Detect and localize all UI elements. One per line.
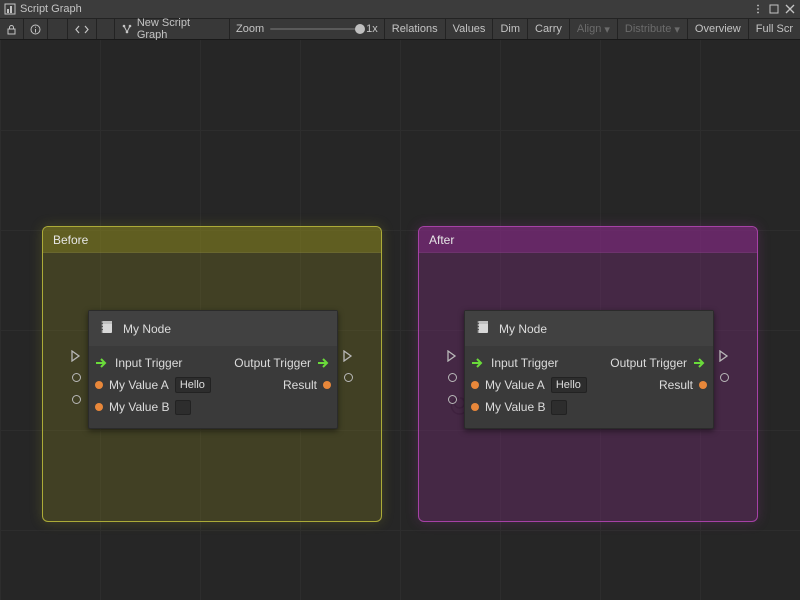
value-out-port[interactable] (699, 381, 707, 389)
ext-value-port[interactable] (72, 373, 81, 382)
values-button[interactable]: Values (446, 19, 494, 39)
overview-label: Overview (695, 23, 741, 35)
value-in-port[interactable] (471, 381, 479, 389)
ext-flow-port[interactable] (342, 350, 353, 362)
dim-button[interactable]: Dim (493, 19, 528, 39)
input-trigger-label: Input Trigger (115, 356, 182, 370)
script-icon (475, 319, 491, 338)
chevron-down-icon: ▾ (674, 23, 680, 36)
new-graph-label: New Script Graph (137, 17, 223, 41)
value-in-port[interactable] (95, 381, 103, 389)
node-title: My Node (499, 322, 547, 336)
group-before-header[interactable]: Before (43, 227, 381, 253)
relations-button[interactable]: Relations (385, 19, 446, 39)
group-after-title: After (429, 233, 454, 247)
value-in-port[interactable] (471, 403, 479, 411)
group-before-title: Before (53, 233, 88, 247)
overview-button[interactable]: Overview (688, 19, 749, 39)
input-trigger-label: Input Trigger (491, 356, 558, 370)
zoom-label: Zoom (236, 23, 264, 35)
code-view-button[interactable] (68, 19, 97, 39)
ext-value-port[interactable] (448, 395, 457, 404)
result-label: Result (659, 378, 693, 392)
script-icon (99, 319, 115, 338)
fullscreen-label: Full Scr (756, 23, 793, 35)
ext-value-port[interactable] (72, 395, 81, 404)
dim-label: Dim (500, 23, 520, 35)
more-icon[interactable] (752, 3, 764, 15)
ext-flow-port[interactable] (70, 350, 81, 362)
output-trigger-label: Output Trigger (234, 356, 311, 370)
node-header[interactable]: My Node (89, 311, 337, 346)
info-button[interactable] (24, 19, 48, 39)
group-after-header[interactable]: After (419, 227, 757, 253)
node-body: Input Trigger Output Trigger My Value A … (465, 346, 713, 428)
chevron-down-icon: ▾ (604, 23, 610, 36)
ext-value-port[interactable] (448, 373, 457, 382)
fullscreen-button[interactable]: Full Scr (749, 19, 800, 39)
flow-in-icon[interactable] (471, 357, 485, 369)
value-a-field[interactable]: Hello (551, 377, 587, 393)
maximize-icon[interactable] (768, 3, 780, 15)
value-b-label: My Value B (485, 400, 545, 414)
node-header[interactable]: My Node (465, 311, 713, 346)
value-b-field[interactable] (551, 400, 567, 415)
ext-value-port[interactable] (344, 373, 353, 382)
new-script-graph-button[interactable]: New Script Graph (115, 19, 230, 39)
value-out-port[interactable] (323, 381, 331, 389)
zoom-value: 1x (366, 23, 378, 35)
flow-in-icon[interactable] (95, 357, 109, 369)
node-body: Input Trigger Output Trigger My Value A … (89, 346, 337, 428)
carry-button[interactable]: Carry (528, 19, 570, 39)
values-label: Values (453, 23, 486, 35)
zoom-slider[interactable] (270, 28, 360, 30)
node-before[interactable]: My Node Input Trigger Output Trigger My … (88, 310, 338, 429)
ext-flow-port[interactable] (718, 350, 729, 362)
graph-canvas[interactable]: Before After My Node Input Trigger Outpu… (0, 40, 800, 600)
window-title-bar: Script Graph (0, 0, 800, 18)
toolbar: New Script Graph Zoom 1x Relations Value… (0, 18, 800, 40)
node-title: My Node (123, 322, 171, 336)
zoom-slider-knob[interactable] (355, 24, 365, 34)
carry-label: Carry (535, 23, 562, 35)
graph-file-icon (4, 3, 16, 15)
value-in-port[interactable] (95, 403, 103, 411)
distribute-dropdown[interactable]: Distribute▾ (618, 19, 688, 39)
distribute-label: Distribute (625, 23, 671, 35)
relations-label: Relations (392, 23, 438, 35)
window-title: Script Graph (20, 3, 82, 15)
result-label: Result (283, 378, 317, 392)
ext-flow-port[interactable] (446, 350, 457, 362)
lock-button[interactable] (0, 19, 24, 39)
value-a-label: My Value A (109, 378, 169, 392)
value-a-label: My Value A (485, 378, 545, 392)
value-a-field[interactable]: Hello (175, 377, 211, 393)
flow-out-icon[interactable] (317, 357, 331, 369)
node-after[interactable]: My Node Input Trigger Output Trigger My … (464, 310, 714, 429)
ext-value-port[interactable] (720, 373, 729, 382)
align-label: Align (577, 23, 601, 35)
output-trigger-label: Output Trigger (610, 356, 687, 370)
value-b-label: My Value B (109, 400, 169, 414)
align-dropdown[interactable]: Align▾ (570, 19, 618, 39)
value-b-field[interactable] (175, 400, 191, 415)
close-icon[interactable] (784, 3, 796, 15)
flow-out-icon[interactable] (693, 357, 707, 369)
